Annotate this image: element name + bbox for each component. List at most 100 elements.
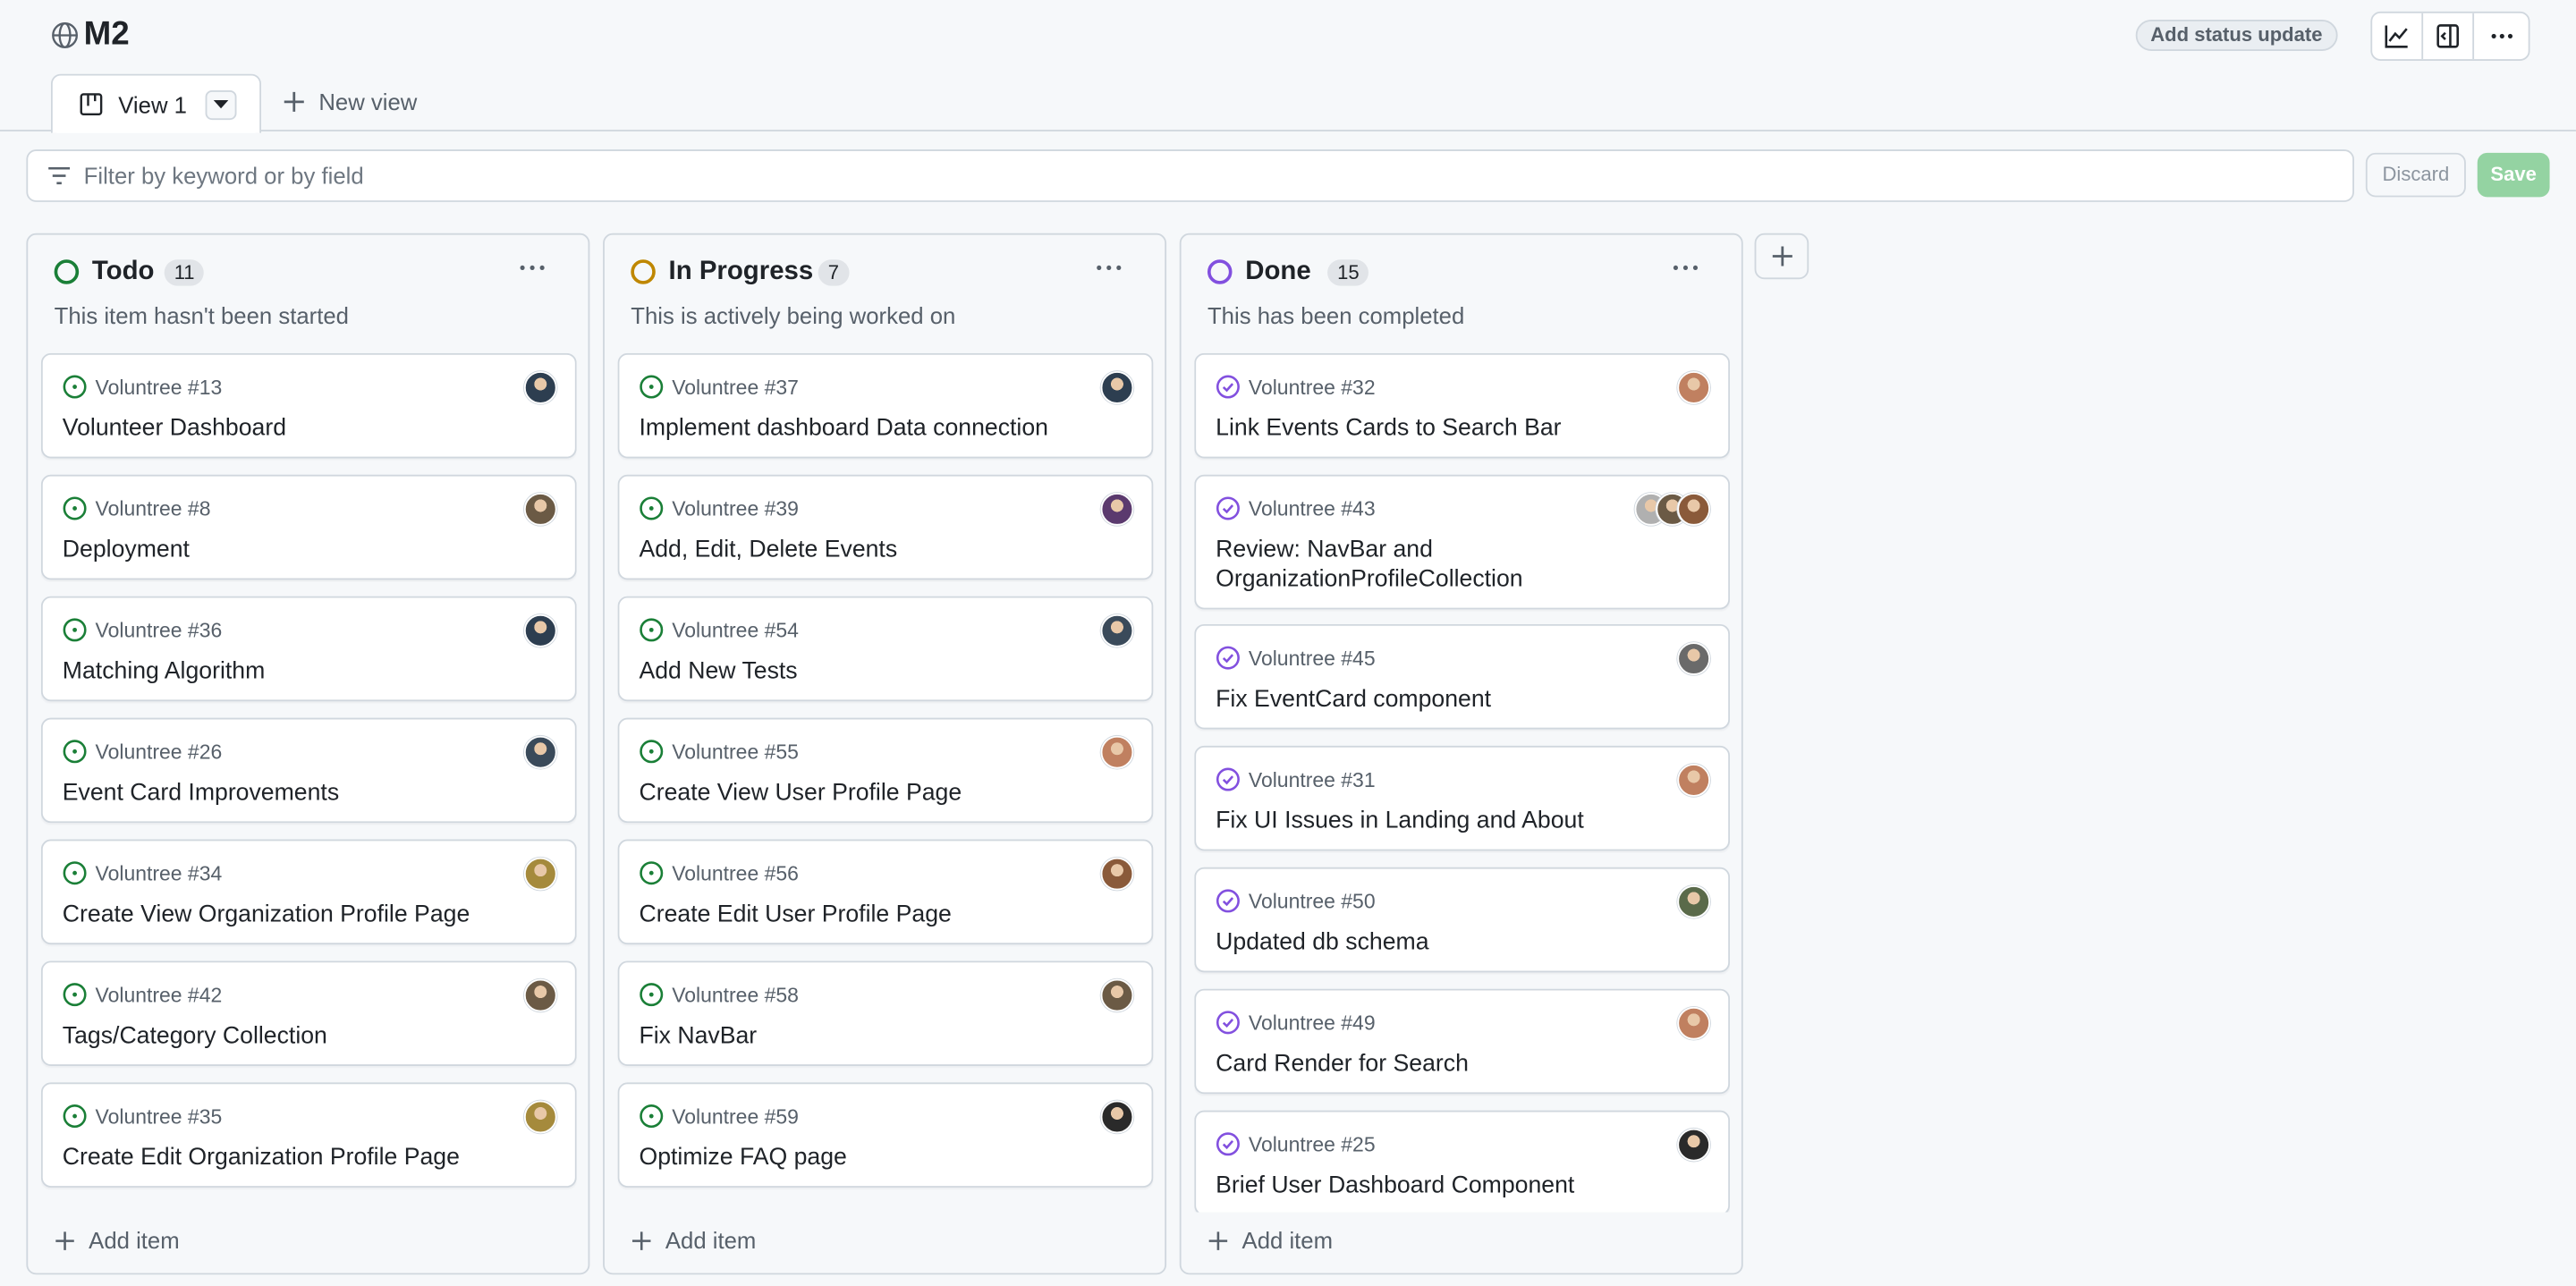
avatar[interactable] [1100, 613, 1134, 647]
issue-reference[interactable]: Voluntree #59 [672, 1105, 799, 1129]
project-title[interactable]: M2 [84, 16, 130, 54]
insights-button[interactable] [2372, 13, 2424, 60]
issue-reference[interactable]: Voluntree #13 [96, 376, 223, 400]
issue-card[interactable]: Voluntree #39 Add, Edit, Delete Events [617, 474, 1154, 580]
issue-card[interactable]: Voluntree #8 Deployment [40, 474, 577, 580]
avatar[interactable] [1677, 371, 1711, 404]
discard-button[interactable]: Discard [2365, 152, 2466, 198]
issue-reference[interactable]: Voluntree #35 [96, 1105, 223, 1129]
issue-card[interactable]: Voluntree #49 Card Render for Search [1194, 988, 1731, 1095]
column-menu-button[interactable] [1091, 255, 1127, 281]
issue-title[interactable]: Fix NavBar [639, 1021, 1082, 1051]
avatar[interactable] [1100, 1100, 1134, 1134]
issue-reference[interactable]: Voluntree #25 [1249, 1133, 1376, 1156]
issue-title[interactable]: Fix EventCard component [1216, 685, 1659, 715]
issue-reference[interactable]: Voluntree #42 [96, 984, 223, 1007]
issue-title[interactable]: Volunteer Dashboard [63, 414, 506, 444]
issue-card[interactable]: Voluntree #26 Event Card Improvements [40, 717, 577, 824]
issue-card[interactable]: Voluntree #55 Create View User Profile Pa… [617, 717, 1154, 824]
issue-card[interactable]: Voluntree #45 Fix EventCard component [1194, 623, 1731, 730]
issue-title[interactable]: Review: NavBar and OrganizationProfileCo… [1216, 536, 1659, 595]
add-status-update-button[interactable]: Add status update [2135, 20, 2338, 51]
issue-title[interactable]: Link Events Cards to Search Bar [1216, 414, 1659, 444]
avatar[interactable] [523, 1100, 557, 1134]
avatar[interactable] [1100, 371, 1134, 404]
avatar[interactable] [523, 371, 557, 404]
side-panel-button[interactable] [2423, 13, 2475, 60]
issue-card[interactable]: Voluntree #34 Create View Organization Pr… [40, 839, 577, 945]
avatar[interactable] [1677, 1006, 1711, 1040]
avatar[interactable] [523, 857, 557, 891]
issue-reference[interactable]: Voluntree #49 [1249, 1011, 1376, 1035]
avatar[interactable] [1100, 978, 1134, 1012]
issue-reference[interactable]: Voluntree #56 [672, 862, 799, 885]
avatar[interactable] [1677, 1128, 1711, 1162]
avatar[interactable] [523, 735, 557, 769]
issue-card[interactable]: Voluntree #13 Volunteer Dashboard [40, 352, 577, 459]
issue-card[interactable]: Voluntree #35 Create Edit Organization Pr… [40, 1082, 577, 1188]
add-item-button[interactable]: Add item [631, 1227, 756, 1253]
issue-card[interactable]: Voluntree #31 Fix UI Issues in Landing an… [1194, 745, 1731, 851]
issue-reference[interactable]: Voluntree #45 [1249, 647, 1376, 671]
issue-title[interactable]: Fix UI Issues in Landing and About [1216, 807, 1659, 836]
avatar[interactable] [1677, 493, 1711, 526]
add-item-button[interactable]: Add item [1208, 1227, 1333, 1253]
issue-card[interactable]: Voluntree #36 Matching Algorithm [40, 596, 577, 702]
issue-reference[interactable]: Voluntree #39 [672, 498, 799, 521]
issue-reference[interactable]: Voluntree #32 [1249, 376, 1376, 400]
filter-input[interactable] [83, 157, 2318, 194]
issue-reference[interactable]: Voluntree #43 [1249, 498, 1376, 521]
column-menu-button[interactable] [514, 255, 550, 281]
issue-title[interactable]: Tags/Category Collection [63, 1021, 506, 1051]
issue-title[interactable]: Add New Tests [639, 657, 1082, 687]
issue-card[interactable]: Voluntree #43 Review: NavBar and Organiza… [1194, 474, 1731, 610]
issue-card[interactable]: Voluntree #25 Brief User Dashboard Compon… [1194, 1110, 1731, 1213]
issue-card[interactable]: Voluntree #32 Link Events Cards to Search… [1194, 352, 1731, 459]
issue-reference[interactable]: Voluntree #54 [672, 619, 799, 642]
issue-title[interactable]: Updated db schema [1216, 928, 1659, 958]
issue-title[interactable]: Brief User Dashboard Component [1216, 1172, 1659, 1201]
add-column-button[interactable] [1754, 233, 1809, 280]
issue-title[interactable]: Card Render for Search [1216, 1050, 1659, 1079]
issue-reference[interactable]: Voluntree #26 [96, 740, 223, 764]
issue-reference[interactable]: Voluntree #31 [1249, 769, 1376, 792]
issue-title[interactable]: Deployment [63, 536, 506, 565]
issue-title[interactable]: Create Edit Organization Profile Page [63, 1143, 506, 1172]
issue-card[interactable]: Voluntree #50 Updated db schema [1194, 867, 1731, 973]
issue-reference[interactable]: Voluntree #50 [1249, 890, 1376, 913]
avatar[interactable] [1100, 857, 1134, 891]
avatar[interactable] [523, 613, 557, 647]
avatar[interactable] [523, 978, 557, 1012]
avatar[interactable] [523, 493, 557, 526]
issue-reference[interactable]: Voluntree #58 [672, 984, 799, 1007]
issue-title[interactable]: Create Edit User Profile Page [639, 901, 1082, 930]
avatar[interactable] [1100, 735, 1134, 769]
issue-reference[interactable]: Voluntree #36 [96, 619, 223, 642]
issue-title[interactable]: Event Card Improvements [63, 779, 506, 808]
issue-title[interactable]: Optimize FAQ page [639, 1143, 1082, 1172]
issue-reference[interactable]: Voluntree #8 [96, 498, 211, 521]
avatar[interactable] [1677, 642, 1711, 675]
new-view-button[interactable]: New view [283, 89, 417, 115]
issue-card[interactable]: Voluntree #54 Add New Tests [617, 596, 1154, 702]
issue-title[interactable]: Add, Edit, Delete Events [639, 536, 1082, 565]
issue-title[interactable]: Matching Algorithm [63, 657, 506, 687]
avatar[interactable] [1100, 493, 1134, 526]
issue-title[interactable]: Implement dashboard Data connection [639, 414, 1082, 444]
avatar[interactable] [1677, 764, 1711, 797]
tab-view-1[interactable]: View 1 [50, 73, 262, 133]
issue-title[interactable]: Create View User Profile Page [639, 779, 1082, 808]
issue-reference[interactable]: Voluntree #37 [672, 376, 799, 400]
issue-card[interactable]: Voluntree #42 Tags/Category Collection [40, 960, 577, 1067]
view-options-button[interactable] [205, 90, 237, 121]
avatar[interactable] [1677, 884, 1711, 918]
column-menu-button[interactable] [1667, 255, 1703, 281]
more-options-button[interactable] [2474, 13, 2529, 59]
save-button[interactable]: Save [2477, 152, 2550, 198]
add-item-button[interactable]: Add item [55, 1227, 180, 1253]
issue-card[interactable]: Voluntree #59 Optimize FAQ page [617, 1082, 1154, 1188]
issue-title[interactable]: Create View Organization Profile Page [63, 901, 506, 930]
issue-card[interactable]: Voluntree #56 Create Edit User Profile Pa… [617, 839, 1154, 945]
issue-reference[interactable]: Voluntree #34 [96, 862, 223, 885]
issue-reference[interactable]: Voluntree #55 [672, 740, 799, 764]
